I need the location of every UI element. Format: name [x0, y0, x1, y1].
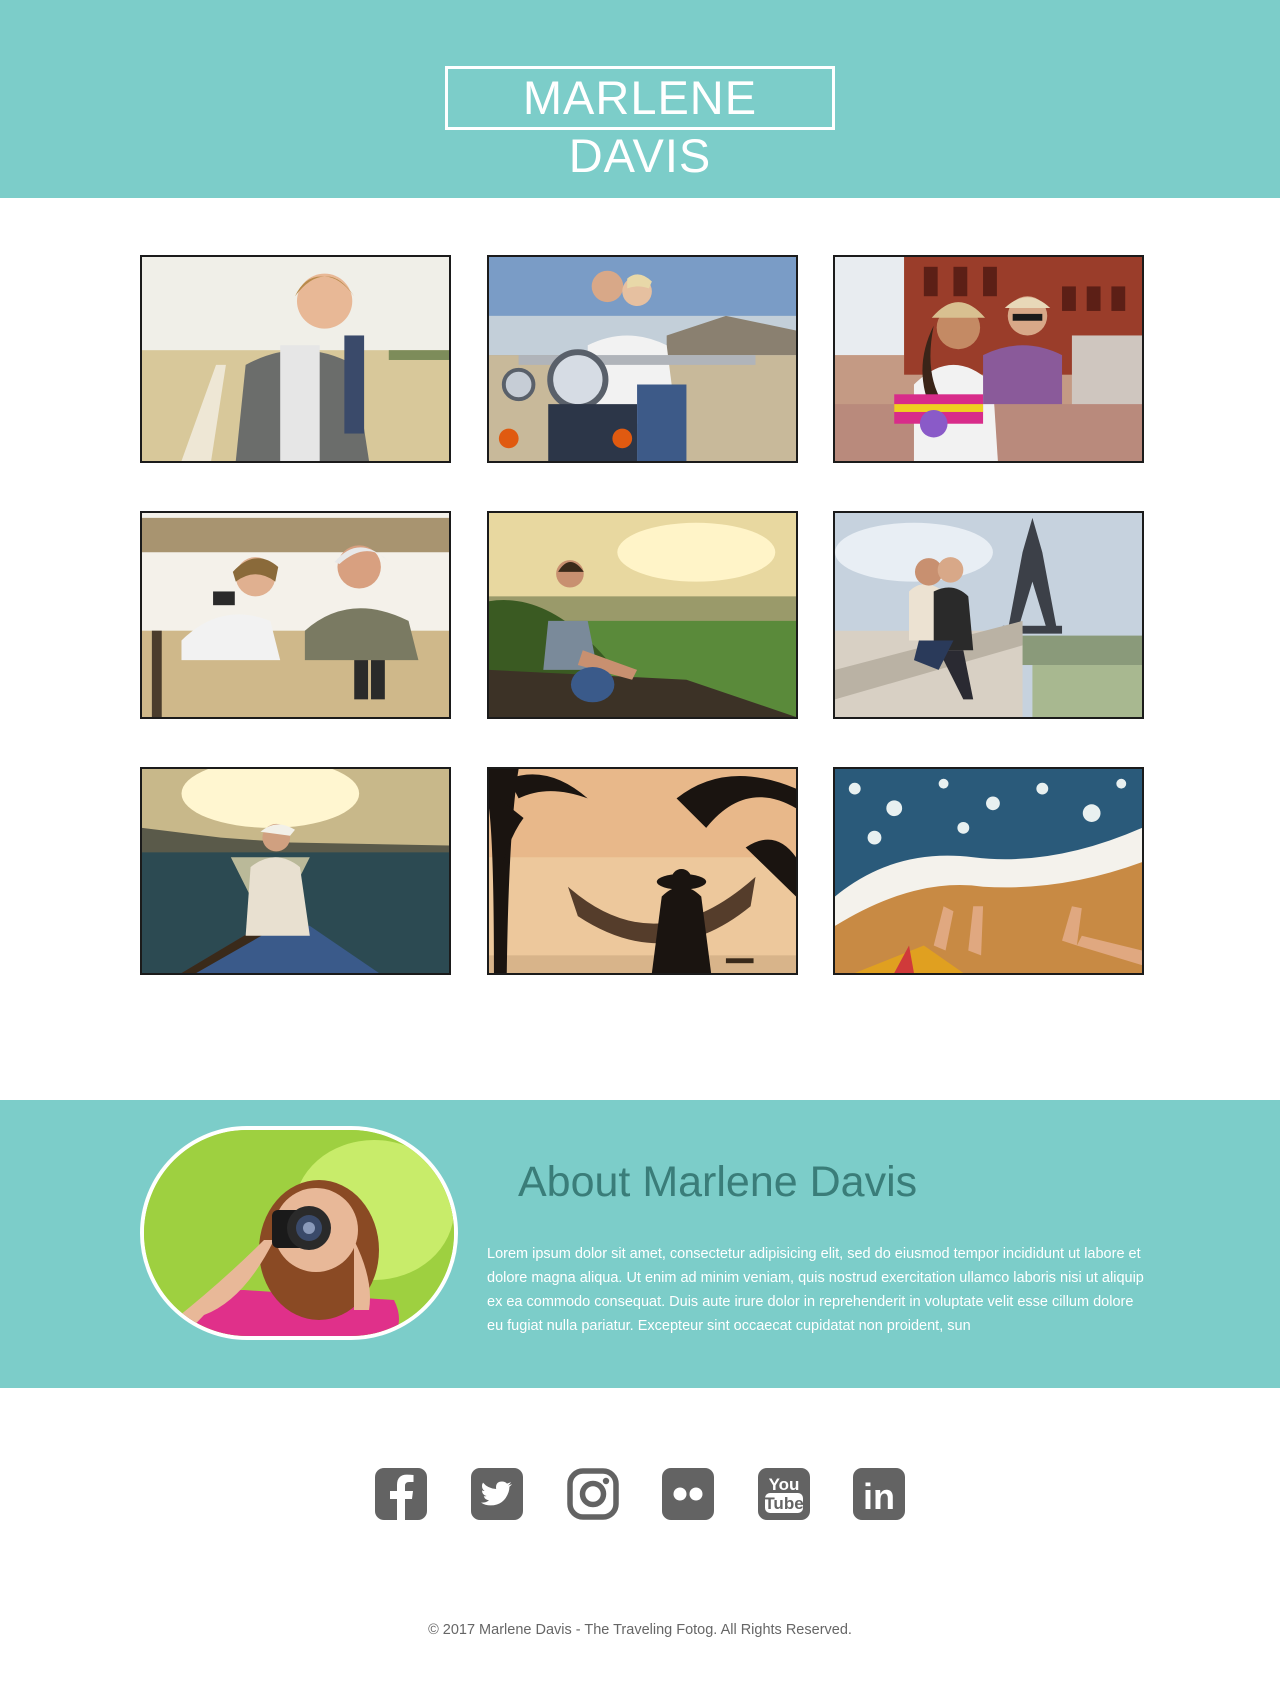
- gallery-photo-safari[interactable]: [140, 511, 451, 719]
- youtube-label-bottom: Tube: [764, 1494, 803, 1513]
- instagram-icon[interactable]: [567, 1468, 619, 1520]
- flickr-icon[interactable]: [662, 1468, 714, 1520]
- gallery-photo-beach[interactable]: [833, 767, 1144, 975]
- about-title: About Marlene Davis: [518, 1158, 918, 1206]
- site-title[interactable]: MARLENE DAVIS: [445, 66, 835, 182]
- linkedin-label: in: [863, 1476, 895, 1517]
- twitter-icon[interactable]: [471, 1468, 523, 1520]
- site-header: MARLENE DAVIS: [0, 0, 1280, 198]
- footer-copyright: © 2017 Marlene Davis - The Traveling Fot…: [428, 1622, 852, 1638]
- youtube-label-top: You: [769, 1475, 800, 1494]
- gallery-photo-boat[interactable]: [140, 767, 451, 975]
- facebook-icon[interactable]: [375, 1468, 427, 1520]
- gallery-photo-motorcycle[interactable]: [487, 255, 798, 463]
- gallery-photo-mountain[interactable]: [487, 511, 798, 719]
- gallery-photo-bicycles[interactable]: [833, 255, 1144, 463]
- about-section: About Marlene Davis Lorem ipsum dolor si…: [0, 1100, 1280, 1388]
- linkedin-icon[interactable]: in: [853, 1468, 905, 1520]
- gallery-photo-hammock[interactable]: [487, 767, 798, 975]
- youtube-icon[interactable]: You Tube: [758, 1468, 810, 1520]
- gallery-photo-eiffel[interactable]: [833, 511, 1144, 719]
- gallery-photo-backpacker[interactable]: [140, 255, 451, 463]
- about-portrait: [140, 1126, 458, 1340]
- about-body: Lorem ipsum dolor sit amet, consectetur …: [487, 1246, 1144, 1334]
